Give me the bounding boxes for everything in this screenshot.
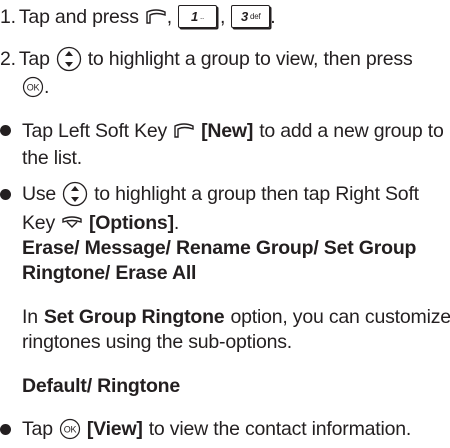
step-1: 1. Tap and press , 1.. , 3 def . (0, 4, 276, 28)
bullet-new-cont: the list. (22, 146, 82, 169)
manual-page: 1. Tap and press , 1.. , 3 def . 2. Tap t… (0, 0, 450, 448)
sub-options-list: Default/ Ringtone (22, 374, 181, 397)
bullet-new: Tap Left Soft Key [New] to add a new gro… (22, 119, 444, 142)
key-3-icon: 3 def (231, 4, 271, 28)
bullet-options: Use to highlight a group then tap Right … (22, 181, 419, 207)
step-number: 1. (0, 5, 16, 28)
svg-text:OK: OK (27, 83, 40, 93)
bullet-icon (0, 125, 11, 136)
key-1-icon: 1.. (178, 4, 217, 28)
ringtone-note: In Set Group Ringtone option, you can cu… (22, 305, 450, 328)
step-2: 2. Tap to highlight a group to view, the… (0, 46, 413, 72)
left-soft-key-icon (146, 9, 166, 24)
navigation-key-icon (56, 46, 81, 72)
bullet-icon (0, 424, 11, 435)
left-soft-key-icon (174, 123, 194, 138)
bullet-options-cont: Key [Options] . (22, 211, 180, 234)
options-menu-list: Erase/ Message/ Rename Group/ Set Group (22, 236, 417, 259)
options-menu-list-cont: Ringtone/ Erase All (22, 261, 197, 284)
step-text: Tap and press (18, 5, 139, 28)
step-number: 2. (0, 47, 16, 70)
step-2-cont: OK . (22, 74, 49, 100)
ok-key-icon: OK (59, 418, 80, 440)
ringtone-note-cont: ringtones using the sub-options. (22, 330, 293, 353)
navigation-key-icon (62, 181, 88, 207)
ok-key-icon: OK (22, 76, 44, 98)
right-soft-key-icon (62, 216, 82, 228)
bullet-icon (0, 189, 11, 200)
svg-text:OK: OK (64, 425, 77, 435)
bullet-view: Tap OK [View] to view the contact inform… (22, 417, 412, 440)
